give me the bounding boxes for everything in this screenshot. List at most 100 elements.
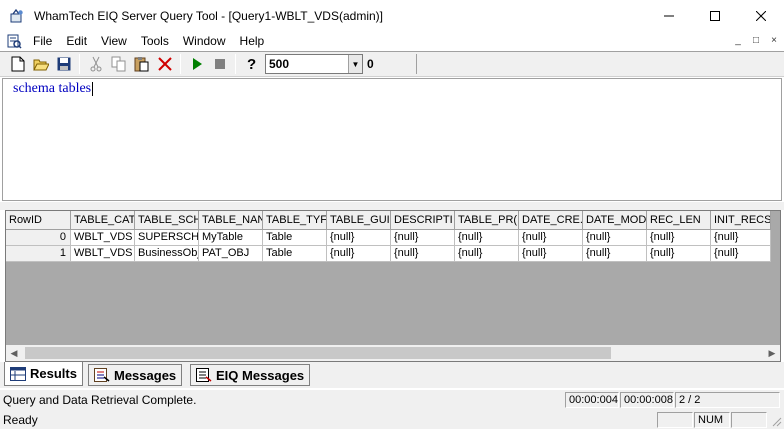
table-cell[interactable]: {null}: [327, 230, 391, 246]
column-header[interactable]: REC_LEN: [647, 211, 711, 230]
scroll-right-icon[interactable]: ▶: [764, 345, 780, 361]
run-icon[interactable]: [185, 53, 208, 75]
menu-window[interactable]: Window: [176, 31, 233, 51]
table-row[interactable]: 0 WBLT_VDS SUPERSCH MyTable Table {null}…: [6, 230, 771, 246]
copy-icon[interactable]: [107, 53, 130, 75]
table-cell[interactable]: Table: [263, 230, 327, 246]
table-cell[interactable]: {null}: [711, 230, 771, 246]
column-header[interactable]: TABLE_CAT: [71, 211, 135, 230]
result-count: 0: [367, 57, 374, 71]
row-id-cell: 1: [6, 246, 71, 262]
mdi-close-button[interactable]: ×: [766, 34, 782, 48]
column-header[interactable]: DESCRIPTI: [391, 211, 455, 230]
paste-icon[interactable]: [130, 53, 153, 75]
whamtech-app-icon[interactable]: [8, 7, 26, 25]
query-editor[interactable]: schema tables: [2, 78, 782, 201]
menu-edit[interactable]: Edit: [59, 31, 94, 51]
table-cell[interactable]: Table: [263, 246, 327, 262]
status-bar-app: Ready NUM: [0, 410, 784, 429]
tab-eiq-messages[interactable]: EIQ Messages: [190, 364, 311, 386]
table-cell[interactable]: {null}: [711, 246, 771, 262]
text-caret: [92, 81, 94, 96]
tab-results-label: Results: [30, 366, 77, 381]
scroll-left-icon[interactable]: ◀: [6, 345, 22, 361]
mdi-minimize-button[interactable]: _: [730, 34, 746, 48]
save-icon[interactable]: [52, 53, 75, 75]
eiq-messages-icon: [196, 367, 212, 383]
table-cell[interactable]: WBLT_VDS: [71, 230, 135, 246]
pane-splitter[interactable]: [0, 202, 784, 210]
menu-help[interactable]: Help: [233, 31, 272, 51]
row-limit-value: 500: [269, 57, 290, 71]
column-header[interactable]: RowID: [6, 211, 71, 230]
scrollbar-thumb[interactable]: [25, 347, 611, 359]
svg-text:?: ?: [247, 56, 256, 72]
column-header[interactable]: TABLE_PR(: [455, 211, 519, 230]
help-icon[interactable]: ?: [240, 53, 263, 75]
elapsed-time-1: 00:00:004: [565, 392, 619, 408]
menu-view[interactable]: View: [94, 31, 134, 51]
table-cell[interactable]: {null}: [455, 230, 519, 246]
num-lock-indicator: NUM: [694, 412, 730, 428]
row-limit-combo[interactable]: 500 ▼: [265, 54, 363, 74]
table-cell[interactable]: BusinessObj: [135, 246, 199, 262]
table-cell[interactable]: {null}: [647, 246, 711, 262]
minimize-button[interactable]: [646, 0, 692, 31]
messages-icon: [94, 367, 110, 383]
table-cell[interactable]: PAT_OBJ: [199, 246, 263, 262]
table-cell[interactable]: SUPERSCH: [135, 230, 199, 246]
column-header[interactable]: TABLE_NAN: [199, 211, 263, 230]
table-cell[interactable]: {null}: [391, 230, 455, 246]
maximize-button[interactable]: [692, 0, 738, 31]
menu-file[interactable]: File: [26, 31, 59, 51]
toolbar-divider: [416, 54, 417, 74]
tab-results[interactable]: Results: [4, 362, 83, 386]
mdi-restore-button[interactable]: □: [748, 34, 764, 48]
query-text: schema tables: [13, 81, 92, 96]
delete-icon[interactable]: [153, 53, 176, 75]
window-controls: [646, 0, 784, 31]
table-cell[interactable]: {null}: [455, 246, 519, 262]
menu-tools[interactable]: Tools: [134, 31, 176, 51]
new-icon[interactable]: [6, 53, 29, 75]
resize-grip-icon[interactable]: [770, 415, 782, 427]
table-cell[interactable]: {null}: [519, 230, 583, 246]
table-cell[interactable]: WBLT_VDS: [71, 246, 135, 262]
row-id-cell: 0: [6, 230, 71, 246]
grid-header: RowID TABLE_CAT TABLE_SCH TABLE_NAN TABL…: [6, 211, 771, 230]
chevron-down-icon[interactable]: ▼: [348, 55, 362, 73]
column-header[interactable]: DATE_CRE.: [519, 211, 583, 230]
horizontal-scrollbar[interactable]: ◀ ▶: [6, 345, 780, 361]
elapsed-time-2: 00:00:008: [620, 392, 674, 408]
document-icon[interactable]: [6, 33, 22, 49]
column-header[interactable]: INIT_RECS: [711, 211, 771, 230]
table-cell[interactable]: {null}: [583, 246, 647, 262]
window-title: WhamTech EIQ Server Query Tool - [Query1…: [34, 8, 383, 23]
open-icon[interactable]: [29, 53, 52, 75]
table-cell[interactable]: {null}: [519, 246, 583, 262]
caps-indicator: [657, 412, 693, 428]
table-cell[interactable]: {null}: [327, 246, 391, 262]
results-icon: [10, 366, 26, 382]
table-cell[interactable]: {null}: [583, 230, 647, 246]
table-cell[interactable]: {null}: [391, 246, 455, 262]
scroll-lock-indicator: [731, 412, 767, 428]
column-header[interactable]: TABLE_TYF: [263, 211, 327, 230]
toolbar-separator: [235, 54, 236, 74]
stop-icon[interactable]: [208, 53, 231, 75]
cut-icon[interactable]: [84, 53, 107, 75]
toolbar-separator: [180, 54, 181, 74]
column-header[interactable]: DATE_MOD: [583, 211, 647, 230]
status-message: Query and Data Retrieval Complete.: [3, 393, 197, 407]
results-grid[interactable]: RowID TABLE_CAT TABLE_SCH TABLE_NAN TABL…: [5, 210, 781, 362]
status-bar-query: Query and Data Retrieval Complete. 00:00…: [0, 390, 784, 410]
table-cell[interactable]: MyTable: [199, 230, 263, 246]
title-bar: WhamTech EIQ Server Query Tool - [Query1…: [0, 0, 784, 31]
table-row[interactable]: 1 WBLT_VDS BusinessObj PAT_OBJ Table {nu…: [6, 246, 771, 262]
toolbar-separator: [79, 54, 80, 74]
tab-messages[interactable]: Messages: [88, 364, 183, 386]
table-cell[interactable]: {null}: [647, 230, 711, 246]
close-button[interactable]: [738, 0, 784, 31]
column-header[interactable]: TABLE_SCH: [135, 211, 199, 230]
column-header[interactable]: TABLE_GUI: [327, 211, 391, 230]
